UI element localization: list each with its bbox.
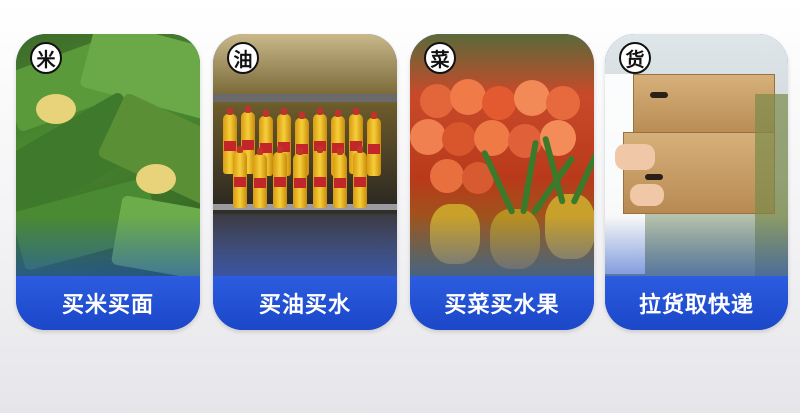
card-rice-flour[interactable]: 米 买米买面: [16, 34, 200, 330]
card-label: 买油买水: [213, 276, 397, 330]
vegetable-badge-icon: 菜: [424, 42, 456, 74]
card-label: 买菜买水果: [410, 276, 594, 330]
card-label: 买米买面: [16, 276, 200, 330]
oil-badge-icon: 油: [227, 42, 259, 74]
card-vegetables-fruit[interactable]: 菜 买菜买水果: [410, 34, 594, 330]
card-oil-water[interactable]: 油 买油买水: [213, 34, 397, 330]
card-cargo-delivery[interactable]: 货 拉货取快递: [605, 34, 788, 330]
service-card-row: 米 买米买面 油 买油买水 菜 买菜买水果 货 拉货取快递: [0, 0, 800, 413]
cargo-badge-icon: 货: [619, 42, 651, 74]
rice-badge-icon: 米: [30, 42, 62, 74]
card-label: 拉货取快递: [605, 276, 788, 330]
